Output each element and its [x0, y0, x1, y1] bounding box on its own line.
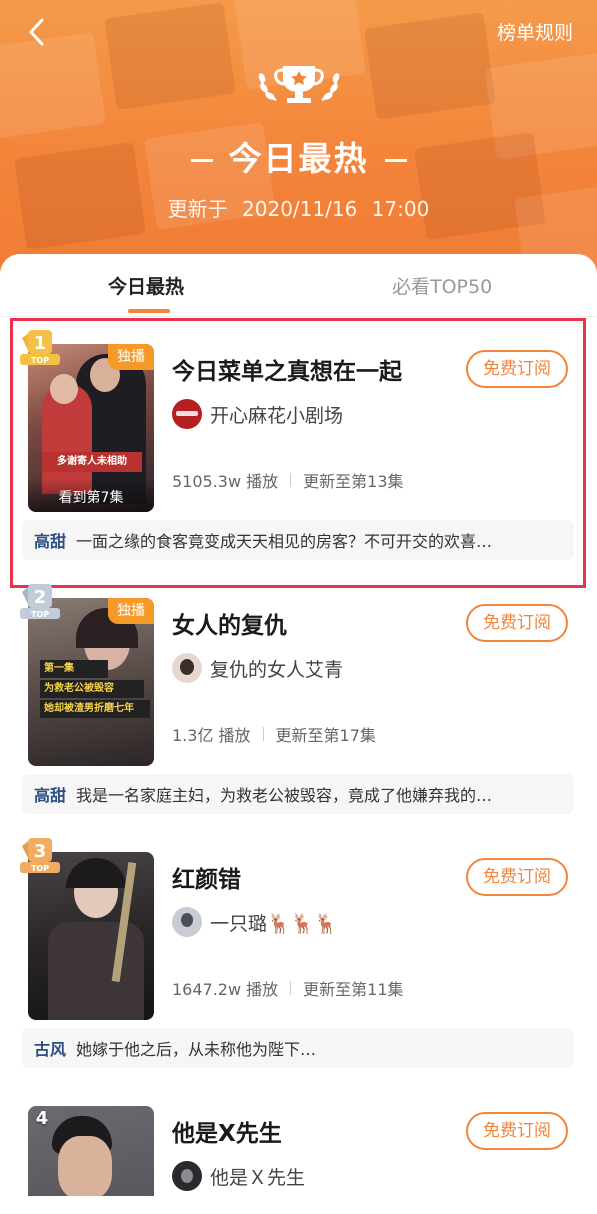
author-name: 他是Ｘ先生	[210, 1166, 306, 1189]
genre-tag: 高甜	[34, 786, 67, 805]
avatar	[172, 653, 202, 683]
poster-caption: 第一集	[40, 660, 108, 678]
description-box[interactable]: 古风 她嫁于他之后，从未称他为陛下…	[22, 1028, 574, 1068]
watch-progress: 看到第7集	[28, 478, 154, 512]
play-count: 1.3亿 播放	[172, 726, 251, 745]
trophy-icon	[258, 66, 340, 103]
avatar	[172, 1161, 202, 1191]
stats: 1.3亿 播放 更新至第17集	[172, 722, 376, 746]
tab-indicator	[128, 309, 170, 313]
stats: 1647.2w 播放 更新至第11集	[172, 976, 404, 1000]
svg-text:1: 1	[34, 333, 47, 354]
genre-tag: 高甜	[34, 532, 67, 551]
page-title: 今日最热	[0, 132, 597, 180]
list-item[interactable]: 4 他是X先生 免费订阅 他是Ｘ先生	[0, 1078, 597, 1196]
back-button[interactable]	[22, 14, 50, 50]
avatar	[172, 399, 202, 429]
genre-tag: 古风	[34, 1040, 67, 1059]
episode-update: 更新至第13集	[303, 472, 404, 491]
poster-caption: 为救老公被毁容	[40, 680, 144, 698]
avatar	[172, 907, 202, 937]
svg-text:TOP: TOP	[31, 864, 49, 873]
rank-number: 4	[35, 1108, 49, 1129]
stats: 5105.3w 播放 更新至第13集	[172, 468, 404, 492]
subscribe-button[interactable]: 免费订阅	[466, 1112, 568, 1150]
play-count: 1647.2w 播放	[172, 980, 279, 999]
rank-2-badge-icon: 2 TOP	[20, 584, 60, 619]
ranking-header: 榜单规则 今日最热 更新于 2020/11/16 17:00	[0, 0, 597, 290]
episode-update: 更新至第11集	[303, 980, 404, 999]
exclusive-badge: 独播	[108, 598, 154, 624]
drama-title[interactable]: 红颜错	[172, 860, 241, 894]
poster-caption: 她却被渣男折磨七年	[40, 700, 150, 718]
exclusive-badge: 独播	[108, 344, 154, 370]
author[interactable]: 他是Ｘ先生	[172, 1160, 305, 1192]
author-name: 开心麻花小剧场	[210, 404, 344, 427]
rank-1-badge-icon: 1 TOP	[20, 330, 60, 365]
author[interactable]: 一只璐🦌🦌🦌	[172, 906, 338, 938]
description-box[interactable]: 高甜 一面之缘的食客竟变成天天相见的房客？不可开交的欢喜…	[22, 520, 574, 560]
description-text: 我是一名家庭主妇，为救老公被毁容，竟成了他嫌弃我的…	[76, 786, 493, 805]
episode-update: 更新至第17集	[275, 726, 376, 745]
drama-title[interactable]: 他是X先生	[172, 1114, 282, 1148]
poster-caption: 多谢寄人未相助	[42, 452, 142, 472]
list-item[interactable]: 第一集 为救老公被毁容 她却被渣男折磨七年 独播 2 TOP 女人的复仇 免费订…	[0, 570, 597, 824]
subscribe-button[interactable]: 免费订阅	[466, 604, 568, 642]
tab-top50[interactable]: 必看TOP50	[392, 272, 492, 299]
description-text: 一面之缘的食客竟变成天天相见的房客？不可开交的欢喜…	[76, 532, 493, 551]
author-name: 一只璐🦌🦌🦌	[210, 912, 338, 935]
list-item[interactable]: 3 TOP 红颜错 免费订阅 一只璐🦌🦌🦌 1647.2w 播放 更新至第11集…	[0, 824, 597, 1078]
description-box[interactable]: 高甜 我是一名家庭主妇，为救老公被毁容，竟成了他嫌弃我的…	[22, 774, 574, 814]
chevron-left-icon	[29, 18, 44, 46]
svg-text:3: 3	[34, 841, 47, 862]
rank-3-badge-icon: 3 TOP	[20, 838, 60, 873]
subscribe-button[interactable]: 免费订阅	[466, 350, 568, 388]
description-text: 她嫁于他之后，从未称他为陛下…	[76, 1040, 317, 1059]
author[interactable]: 开心麻花小剧场	[172, 398, 343, 430]
play-count: 5105.3w 播放	[172, 472, 279, 491]
tab-today-hot[interactable]: 今日最热	[108, 272, 184, 299]
author-name: 复仇的女人艾青	[210, 658, 344, 681]
svg-text:2: 2	[34, 587, 47, 608]
ranking-tabs: 今日最热 必看TOP50	[0, 254, 597, 317]
drama-title[interactable]: 女人的复仇	[172, 606, 287, 640]
svg-text:TOP: TOP	[31, 610, 49, 619]
subscribe-button[interactable]: 免费订阅	[466, 858, 568, 896]
author[interactable]: 复仇的女人艾青	[172, 652, 343, 684]
ranking-rules-link[interactable]: 榜单规则	[497, 18, 573, 45]
update-time: 更新于 2020/11/16 17:00	[167, 197, 430, 221]
list-item[interactable]: 多谢寄人未相助 独播 看到第7集 1 TOP 今日菜单之真想在一起 免费订阅 开…	[0, 316, 597, 570]
drama-title[interactable]: 今日菜单之真想在一起	[172, 352, 402, 386]
svg-text:TOP: TOP	[31, 356, 49, 365]
